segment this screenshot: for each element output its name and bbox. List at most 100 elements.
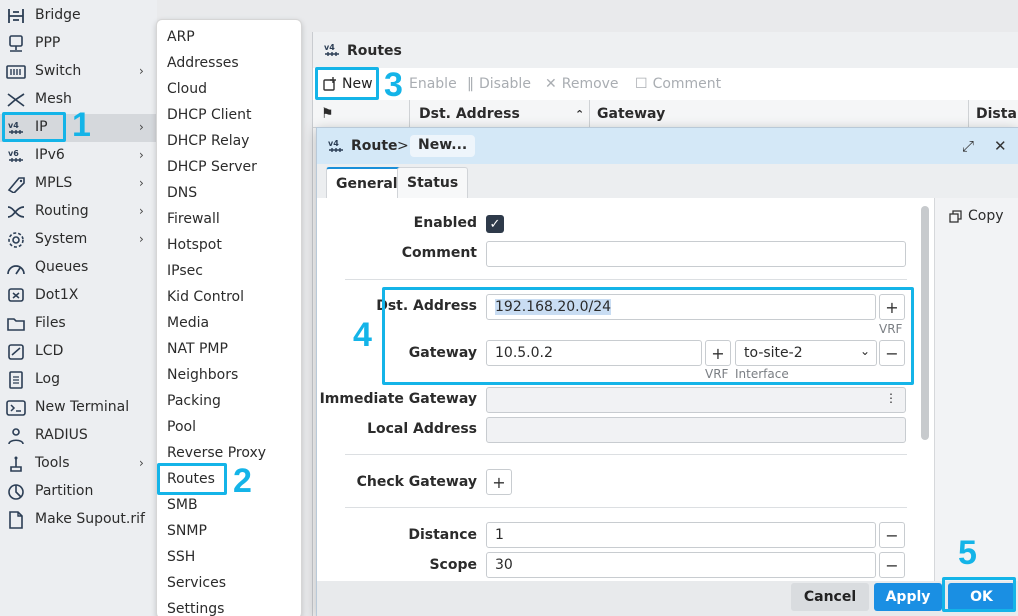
submenu-item-hotspot[interactable]: Hotspot [167, 237, 222, 253]
expand-icon[interactable]: ⤢ [962, 137, 974, 155]
sidebar-item-files[interactable]: Files [0, 310, 157, 338]
submenu-item-snmp[interactable]: SNMP [167, 523, 207, 539]
gear-icon [6, 231, 26, 249]
submenu-item-ssh[interactable]: SSH [167, 549, 195, 565]
log-icon [6, 371, 26, 389]
submenu-item-kid-control[interactable]: Kid Control [167, 289, 244, 305]
gateway-remove-button[interactable]: − [879, 340, 905, 366]
submenu-item-neighbors[interactable]: Neighbors [167, 367, 238, 383]
sidebar-item-label: LCD [35, 343, 64, 359]
routes-title: Routes [347, 43, 402, 59]
submenu-item-routes[interactable]: Routes [167, 471, 215, 487]
sidebar-item-lcd[interactable]: LCD [0, 338, 157, 366]
sidebar-item-make-supout[interactable]: Make Supout.rif [0, 506, 157, 534]
new-button[interactable]: New [323, 76, 373, 92]
sidebar-item-dot1x[interactable]: Dot1X [0, 282, 157, 310]
ipv4-icon: v4 [6, 119, 26, 137]
remove-button[interactable]: ✕ Remove [545, 76, 619, 92]
submenu-item-cloud[interactable]: Cloud [167, 81, 207, 97]
submenu-item-services[interactable]: Services [167, 575, 226, 591]
sidebar-item-queues[interactable]: Queues [0, 254, 157, 282]
scope-input[interactable]: 30 [486, 552, 876, 578]
ipv4-icon: v4 [326, 137, 346, 159]
sidebar-item-radius[interactable]: RADIUS [0, 422, 157, 450]
check-gateway-add-button[interactable]: + [486, 469, 512, 495]
submenu-item-ipsec[interactable]: IPsec [167, 263, 203, 279]
gateway-add-button[interactable]: + [705, 340, 731, 366]
sidebar-item-partition[interactable]: Partition [0, 478, 157, 506]
sidebar-item-ppp[interactable]: PPP [0, 30, 157, 58]
bridge-icon [6, 7, 26, 25]
submenu-item-addresses[interactable]: Addresses [167, 55, 239, 71]
sidebar-item-ipv6[interactable]: v6 IPv6 › [0, 142, 157, 170]
enable-label: Enable [409, 76, 457, 92]
sidebar-item-system[interactable]: System › [0, 226, 157, 254]
submenu-item-dns[interactable]: DNS [167, 185, 197, 201]
svg-text:v4: v4 [324, 43, 335, 52]
sidebar-item-log[interactable]: Log [0, 366, 157, 394]
step-1-label: 1 [72, 106, 91, 144]
apply-button[interactable]: Apply [874, 583, 942, 611]
scope-label: Scope [429, 557, 477, 573]
queues-icon [6, 259, 26, 277]
sidebar-item-switch[interactable]: Switch › [0, 58, 157, 86]
gateway-vrf-hint: VRF [705, 367, 729, 381]
tab-general[interactable]: General [326, 167, 408, 198]
sidebar-item-label: New Terminal [35, 399, 130, 415]
column-distance[interactable]: Distan [976, 106, 1018, 122]
submenu-item-dhcp-server[interactable]: DHCP Server [167, 159, 257, 175]
copy-icon [949, 209, 962, 223]
close-icon[interactable]: ✕ [994, 137, 1007, 155]
column-dst-address[interactable]: Dst. Address [419, 106, 520, 122]
sidebar-item-tools[interactable]: Tools › [0, 450, 157, 478]
submenu-item-smb[interactable]: SMB [167, 497, 198, 513]
sidebar-item-label: PPP [35, 35, 61, 51]
chevron-right-icon: › [139, 120, 144, 134]
submenu-item-firewall[interactable]: Firewall [167, 211, 220, 227]
disable-button[interactable]: ‖ Disable [467, 76, 531, 92]
submenu-item-media[interactable]: Media [167, 315, 209, 331]
sidebar-item-new-terminal[interactable]: New Terminal [0, 394, 157, 422]
sidebar-item-bridge[interactable]: Bridge [0, 2, 157, 30]
sidebar-item-routing[interactable]: Routing › [0, 198, 157, 226]
ip-submenu: ARP Addresses Cloud DHCP Client DHCP Rel… [156, 19, 302, 616]
comment-button[interactable]: ☐ Comment [635, 76, 721, 92]
submenu-item-settings[interactable]: Settings [167, 601, 224, 616]
comment-icon: ☐ [635, 76, 648, 92]
ok-button[interactable]: OK [948, 583, 1015, 611]
dst-add-button[interactable]: + [879, 294, 905, 320]
gateway-input[interactable]: 10.5.0.2 [486, 340, 702, 366]
interface-select[interactable]: to-site-2 ⌄ [735, 340, 877, 366]
submenu-item-reverse-proxy[interactable]: Reverse Proxy [167, 445, 266, 461]
scope-remove-button[interactable]: − [879, 552, 905, 578]
submenu-item-arp[interactable]: ARP [167, 29, 195, 45]
tab-status[interactable]: Status [397, 167, 469, 198]
sidebar-item-mpls[interactable]: MPLS › [0, 170, 157, 198]
distance-remove-button[interactable]: − [879, 522, 905, 548]
sidebar-item-label: Switch [35, 63, 82, 79]
step-4-label: 4 [353, 316, 372, 354]
local-address-input [486, 417, 906, 443]
submenu-item-dhcp-client[interactable]: DHCP Client [167, 107, 252, 123]
sidebar-item-label: IPv6 [35, 147, 65, 163]
cancel-button[interactable]: Cancel [791, 583, 869, 611]
dst-address-input[interactable]: 192.168.20.0/24 [486, 294, 876, 320]
mesh-icon [6, 91, 26, 109]
minus-icon: − [885, 555, 899, 575]
sidebar-item-label: Queues [35, 259, 89, 275]
submenu-item-dhcp-relay[interactable]: DHCP Relay [167, 133, 249, 149]
submenu-item-pool[interactable]: Pool [167, 419, 196, 435]
enable-button[interactable]: Enable [409, 76, 457, 92]
copy-button[interactable]: Copy [949, 208, 1004, 224]
breadcrumb-new: New... [410, 135, 476, 157]
column-gateway[interactable]: Gateway [597, 106, 665, 122]
sidebar-item-label: System [35, 231, 88, 247]
submenu-item-packing[interactable]: Packing [167, 393, 221, 409]
enabled-checkbox[interactable]: ✓ [486, 215, 504, 233]
submenu-item-nat-pmp[interactable]: NAT PMP [167, 341, 228, 357]
close-icon: ✕ [545, 76, 557, 92]
form-scrollbar[interactable] [921, 206, 929, 440]
route-dialog-tabs: General Status [317, 164, 1018, 198]
distance-input[interactable]: 1 [486, 522, 876, 548]
comment-input[interactable] [486, 241, 906, 267]
